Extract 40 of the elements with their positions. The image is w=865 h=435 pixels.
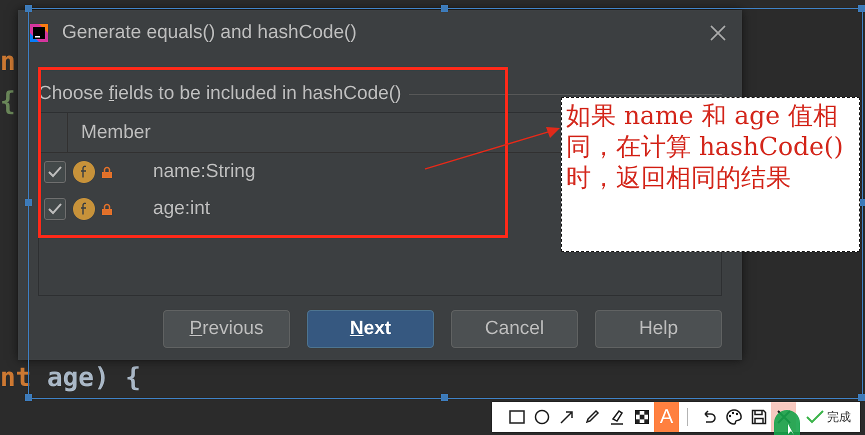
app-logo-icon	[28, 22, 50, 44]
arrow-icon	[558, 409, 574, 425]
dialog-button[interactable]: Help	[595, 310, 722, 348]
check-icon	[48, 202, 62, 214]
dialog-button[interactable]: Previous	[163, 310, 290, 348]
resize-handle[interactable]	[858, 5, 865, 12]
lock-icon	[102, 202, 112, 214]
window-title: Generate equals() and hashCode()	[62, 22, 358, 44]
resize-handle[interactable]	[858, 394, 865, 401]
palette-icon	[724, 409, 742, 425]
save-icon	[750, 409, 766, 425]
table-cell: name:String	[153, 160, 256, 182]
resize-handle[interactable]	[441, 394, 448, 401]
code-text: n	[0, 47, 16, 77]
pencil-icon	[584, 409, 600, 425]
checkbox[interactable]	[44, 198, 66, 220]
table-cell: age:int	[153, 198, 210, 220]
rectangle-icon	[508, 409, 524, 425]
marker-icon	[608, 409, 624, 425]
field-icon	[73, 160, 95, 182]
close-icon[interactable]	[710, 25, 726, 41]
note-text: 如果 name 和 age 值相同，在计算 hashCode() 时，返回相同的结果	[566, 100, 844, 193]
code-text: age) {	[46, 363, 141, 393]
resize-handle[interactable]	[441, 5, 448, 12]
resize-handle[interactable]	[25, 5, 32, 12]
resize-handle[interactable]	[25, 394, 32, 401]
mosaic-icon	[634, 410, 648, 424]
check-icon	[48, 166, 62, 178]
dialog-button[interactable]: Cancel	[451, 310, 578, 348]
code-text: {	[0, 87, 16, 117]
column-header: Member	[80, 121, 151, 145]
dialog-button[interactable]: Next	[307, 310, 434, 348]
field-icon	[73, 198, 95, 220]
check-icon	[806, 410, 824, 424]
done-button[interactable]: 完成	[802, 402, 855, 432]
lock-icon	[102, 166, 112, 178]
text-tool-button[interactable]: A	[654, 402, 679, 432]
resize-handle[interactable]	[25, 199, 32, 206]
circle-icon	[534, 409, 550, 425]
checkbox[interactable]	[44, 160, 66, 182]
